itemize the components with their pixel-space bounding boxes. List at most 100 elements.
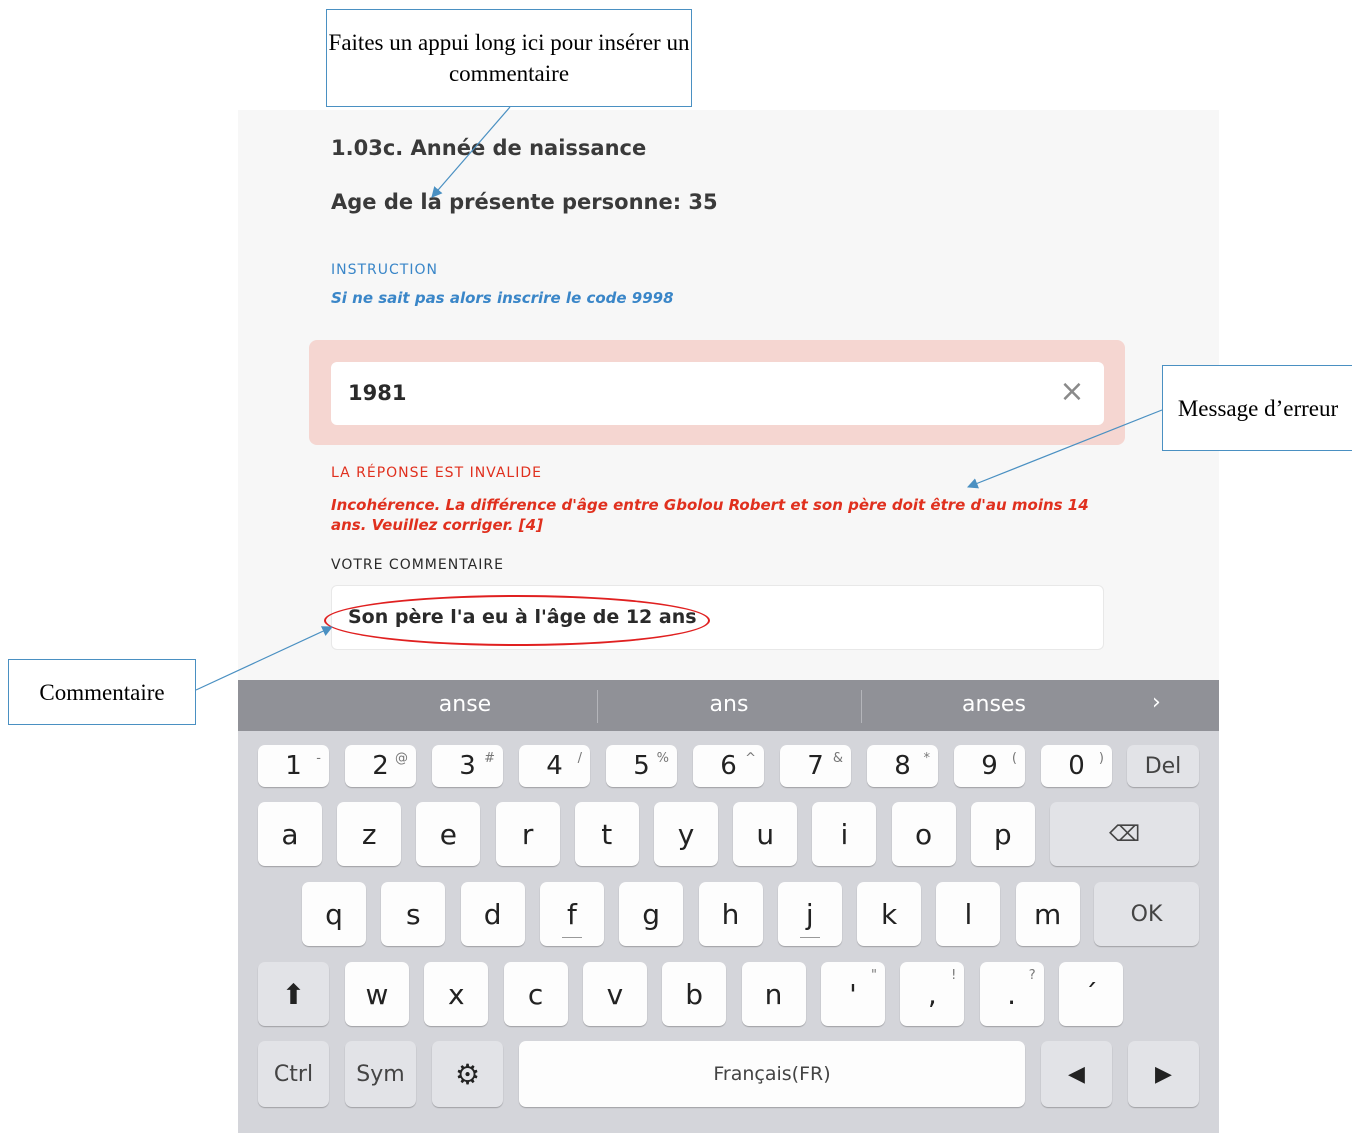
key-v[interactable]: v bbox=[582, 962, 647, 1026]
ctrl-key-label: Ctrl bbox=[273, 1061, 314, 1087]
gear-icon-label: ⚙ bbox=[454, 1057, 481, 1091]
arrow-right-icon[interactable]: ▶ bbox=[1128, 1041, 1199, 1107]
space-key[interactable]: Français(FR) bbox=[519, 1041, 1025, 1107]
key-x[interactable]: x bbox=[424, 962, 489, 1026]
shift-key[interactable]: ⬆ bbox=[258, 962, 329, 1026]
delete-key-label: Del bbox=[1144, 753, 1182, 779]
callout-long-press: Faites un appui long ici pour insérer un… bbox=[326, 9, 692, 107]
key-h[interactable]: h bbox=[698, 882, 763, 946]
key-0[interactable]: 0) bbox=[1041, 745, 1112, 787]
answer-input[interactable] bbox=[331, 362, 1104, 425]
key-d-label: d bbox=[483, 897, 502, 931]
chevron-right-icon[interactable]: › bbox=[1152, 690, 1174, 715]
error-message: Incohérence. La différence d'âge entre G… bbox=[331, 496, 1089, 534]
key-a[interactable]: a bbox=[258, 802, 322, 866]
callout-comment: Commentaire bbox=[8, 659, 196, 725]
key-punct-3-label: ´ bbox=[1083, 977, 1098, 1011]
key-t[interactable]: t bbox=[574, 802, 639, 866]
key-o[interactable]: o bbox=[891, 802, 956, 866]
key-d[interactable]: d bbox=[460, 882, 525, 946]
key-1[interactable]: 1- bbox=[258, 745, 329, 787]
key-n-label: n bbox=[764, 977, 783, 1011]
backspace-key-label: ⌫ bbox=[1108, 821, 1141, 847]
key-y[interactable]: y bbox=[654, 802, 718, 866]
key-1-label: 1 bbox=[285, 751, 302, 781]
key-g[interactable]: g bbox=[619, 882, 684, 946]
key-3[interactable]: 3 # bbox=[432, 745, 503, 787]
key-7[interactable]: 7 & bbox=[780, 745, 851, 787]
gear-icon[interactable]: ⚙ bbox=[432, 1041, 503, 1107]
answer-value[interactable]: 1981 bbox=[348, 381, 406, 405]
key-m[interactable]: m bbox=[1015, 882, 1080, 946]
key-g-label: g bbox=[642, 897, 661, 931]
key-x-label: x bbox=[448, 977, 465, 1011]
key-j[interactable]: j bbox=[777, 882, 842, 946]
arrow-left-icon-label: ◀ bbox=[1068, 1061, 1085, 1087]
suggestion-item[interactable]: anse bbox=[365, 692, 565, 717]
key-punct-1-label: , bbox=[927, 977, 937, 1011]
key-5-label: 5 bbox=[633, 751, 650, 781]
key-q-label: q bbox=[325, 897, 343, 931]
arrow-left-icon[interactable]: ◀ bbox=[1041, 1041, 1112, 1107]
ok-key[interactable]: OK bbox=[1094, 882, 1199, 946]
error-label: LA RÉPONSE EST INVALIDE bbox=[331, 465, 542, 481]
key-i-label: i bbox=[840, 817, 849, 851]
ctrl-key[interactable]: Ctrl bbox=[258, 1041, 329, 1107]
key-q[interactable]: q bbox=[302, 882, 366, 946]
shift-key-label: ⬆ bbox=[281, 977, 306, 1011]
key-punct-1[interactable]: ,! bbox=[900, 962, 965, 1026]
key-punct-3[interactable]: ´ bbox=[1058, 962, 1123, 1026]
key-z[interactable]: z bbox=[337, 802, 402, 866]
key-p[interactable]: p bbox=[970, 802, 1035, 866]
key-6-label: 6 bbox=[720, 751, 737, 781]
key-e[interactable]: e bbox=[416, 802, 481, 866]
key-punct-2-label: . bbox=[1007, 977, 1017, 1011]
key-w-label: w bbox=[365, 977, 389, 1011]
key-n[interactable]: n bbox=[741, 962, 806, 1026]
key-2-secondary: @ bbox=[395, 751, 408, 766]
key-b[interactable]: b bbox=[662, 962, 727, 1026]
key-s[interactable]: s bbox=[381, 882, 446, 946]
key-9[interactable]: 9( bbox=[954, 745, 1025, 787]
key-e-label: e bbox=[439, 817, 457, 851]
key-k[interactable]: k bbox=[857, 882, 922, 946]
key-w[interactable]: w bbox=[345, 962, 409, 1026]
key-punct-0[interactable]: ' " bbox=[821, 962, 885, 1026]
question-title[interactable]: 1.03c. Année de naissance bbox=[331, 136, 646, 160]
key-o-label: o bbox=[915, 817, 933, 851]
key-r[interactable]: r bbox=[495, 802, 560, 866]
key-l[interactable]: l bbox=[936, 882, 1001, 946]
key-2[interactable]: 2 @ bbox=[345, 745, 416, 787]
key-c-label: c bbox=[527, 977, 544, 1011]
key-punct-0-secondary: " bbox=[871, 968, 877, 983]
key-f-label: f bbox=[566, 897, 577, 931]
question-subtitle: Age de la présente personne: 35 bbox=[331, 190, 718, 214]
instruction-label: INSTRUCTION bbox=[331, 262, 438, 278]
suggestion-item[interactable]: anses bbox=[894, 692, 1094, 717]
key-i[interactable]: i bbox=[812, 802, 877, 866]
delete-key[interactable]: Del bbox=[1127, 745, 1199, 787]
sym-key[interactable]: Sym bbox=[345, 1041, 416, 1107]
key-u[interactable]: u bbox=[733, 802, 798, 866]
suggestion-item[interactable]: ans bbox=[629, 692, 829, 717]
key-5-secondary: % bbox=[656, 751, 669, 766]
backspace-key[interactable]: ⌫ bbox=[1050, 802, 1199, 866]
key-7-label: 7 bbox=[807, 751, 824, 781]
key-5[interactable]: 5% bbox=[606, 745, 677, 787]
key-4[interactable]: 4/ bbox=[519, 745, 590, 787]
key-t-label: t bbox=[601, 817, 613, 851]
key-6[interactable]: 6 ^ bbox=[693, 745, 764, 787]
key-u-label: u bbox=[756, 817, 775, 851]
suggestion-divider bbox=[861, 690, 862, 723]
key-8[interactable]: 8 * bbox=[867, 745, 938, 787]
key-punct-2[interactable]: .? bbox=[979, 962, 1044, 1026]
key-punct-2-secondary: ? bbox=[1028, 968, 1036, 983]
key-f[interactable]: f bbox=[539, 882, 604, 946]
key-k-label: k bbox=[880, 897, 898, 931]
clear-icon[interactable]: × bbox=[1058, 377, 1086, 407]
space-key-label: Français(FR) bbox=[713, 1063, 831, 1085]
key-4-label: 4 bbox=[546, 751, 563, 781]
comment-highlight-ellipse bbox=[324, 595, 710, 646]
key-7-secondary: & bbox=[832, 751, 843, 766]
key-c[interactable]: c bbox=[503, 962, 568, 1026]
